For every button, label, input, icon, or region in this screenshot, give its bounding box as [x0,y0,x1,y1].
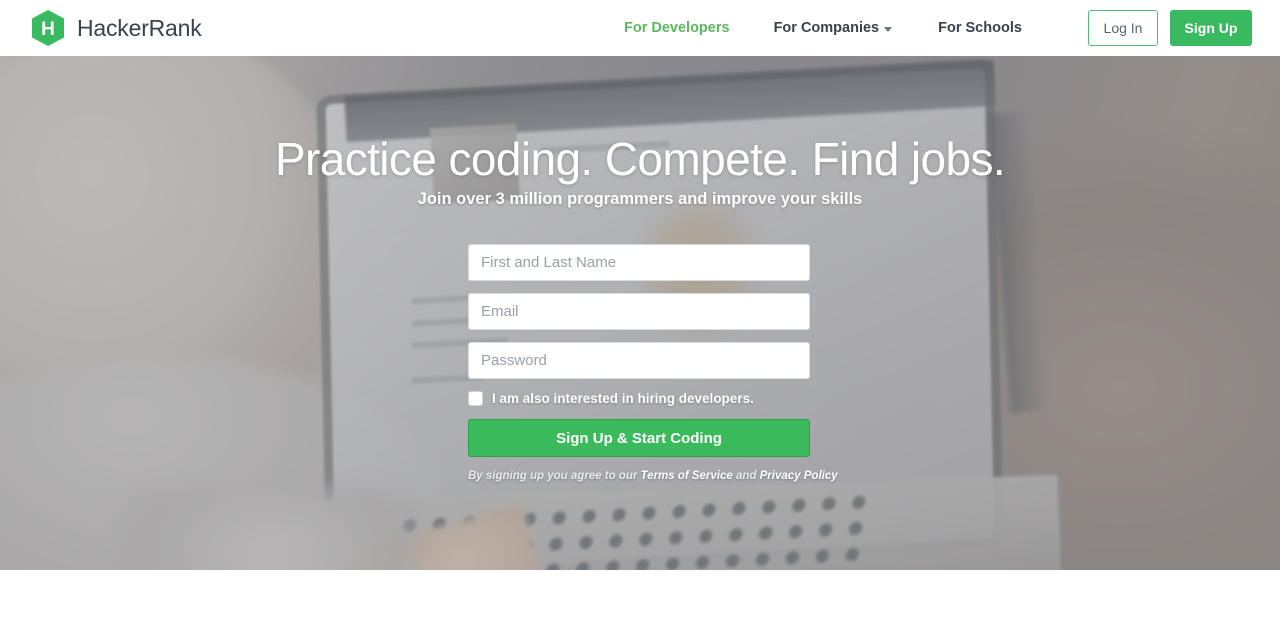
auth-buttons: Log In Sign Up [1088,0,1252,56]
page-body-below-hero [0,570,1280,619]
hero-content: Practice coding. Compete. Find jobs. Joi… [0,56,1280,570]
hero-section: Practice coding. Compete. Find jobs. Joi… [0,56,1280,570]
hiring-interest-checkbox[interactable] [468,391,483,406]
hackerrank-hexagon-h-icon: H [30,9,66,47]
log-in-button[interactable]: Log In [1088,10,1158,46]
hero-headline: Practice coding. Compete. Find jobs. [274,133,1006,185]
nav-item-for-schools[interactable]: For Schools [938,20,1022,36]
sign-up-button[interactable]: Sign Up [1170,10,1252,46]
privacy-policy-link[interactable]: Privacy Policy [760,470,838,482]
nav-item-for-schools-label: For Schools [938,20,1022,36]
chevron-down-icon [884,26,893,32]
nav-item-for-companies[interactable]: For Companies [774,20,893,36]
svg-text:H: H [41,19,55,40]
terms-of-service-link[interactable]: Terms of Service [641,470,733,482]
nav-item-for-companies-label: For Companies [773,20,880,36]
main-nav: For Developers For Companies For Schools [624,0,1022,56]
nav-item-for-developers[interactable]: For Developers [624,20,730,36]
hiring-interest-row: I am also interested in hiring developer… [468,391,810,406]
password-input[interactable] [468,342,810,379]
full-name-input[interactable] [468,244,810,281]
terms-and-text: and [732,470,760,482]
nav-item-for-developers-label: For Developers [624,20,730,36]
hiring-interest-label[interactable]: I am also interested in hiring developer… [492,391,754,406]
hero-subheadline: Join over 3 million programmers and impr… [417,190,863,208]
terms-prefix-text: By signing up you agree to our [468,470,641,482]
signup-form: I am also interested in hiring developer… [468,244,838,482]
top-navbar: H HackerRank For Developers For Companie… [0,0,1280,56]
sign-up-and-start-coding-button[interactable]: Sign Up & Start Coding [468,419,810,457]
email-input[interactable] [468,293,810,330]
brand-logo-link[interactable]: H HackerRank [30,9,202,47]
brand-name: HackerRank [77,14,202,41]
terms-disclaimer: By signing up you agree to our Terms of … [468,470,838,482]
